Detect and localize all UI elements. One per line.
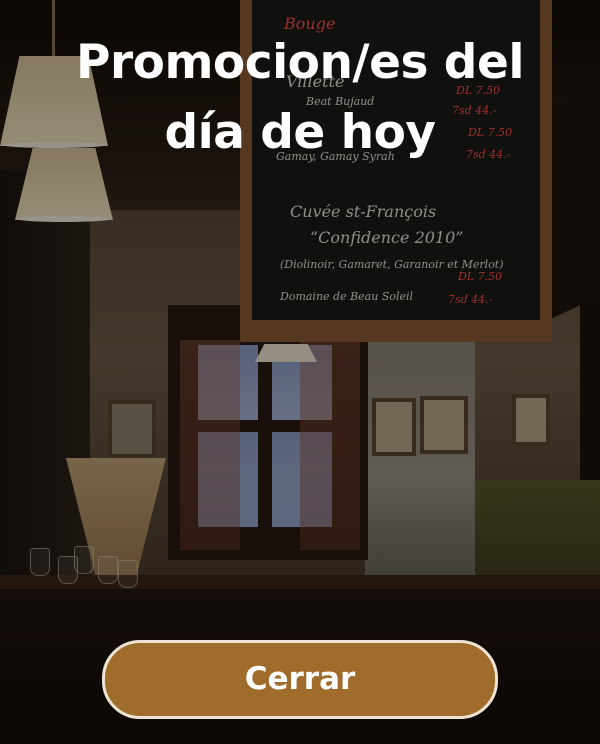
promotion-title-line2: día de hoy	[164, 105, 436, 160]
promotion-title: Promocion/es del día de hoy	[0, 28, 600, 168]
close-button[interactable]: Cerrar	[102, 640, 498, 719]
promotion-title-line1: Promocion/es del	[76, 35, 524, 90]
